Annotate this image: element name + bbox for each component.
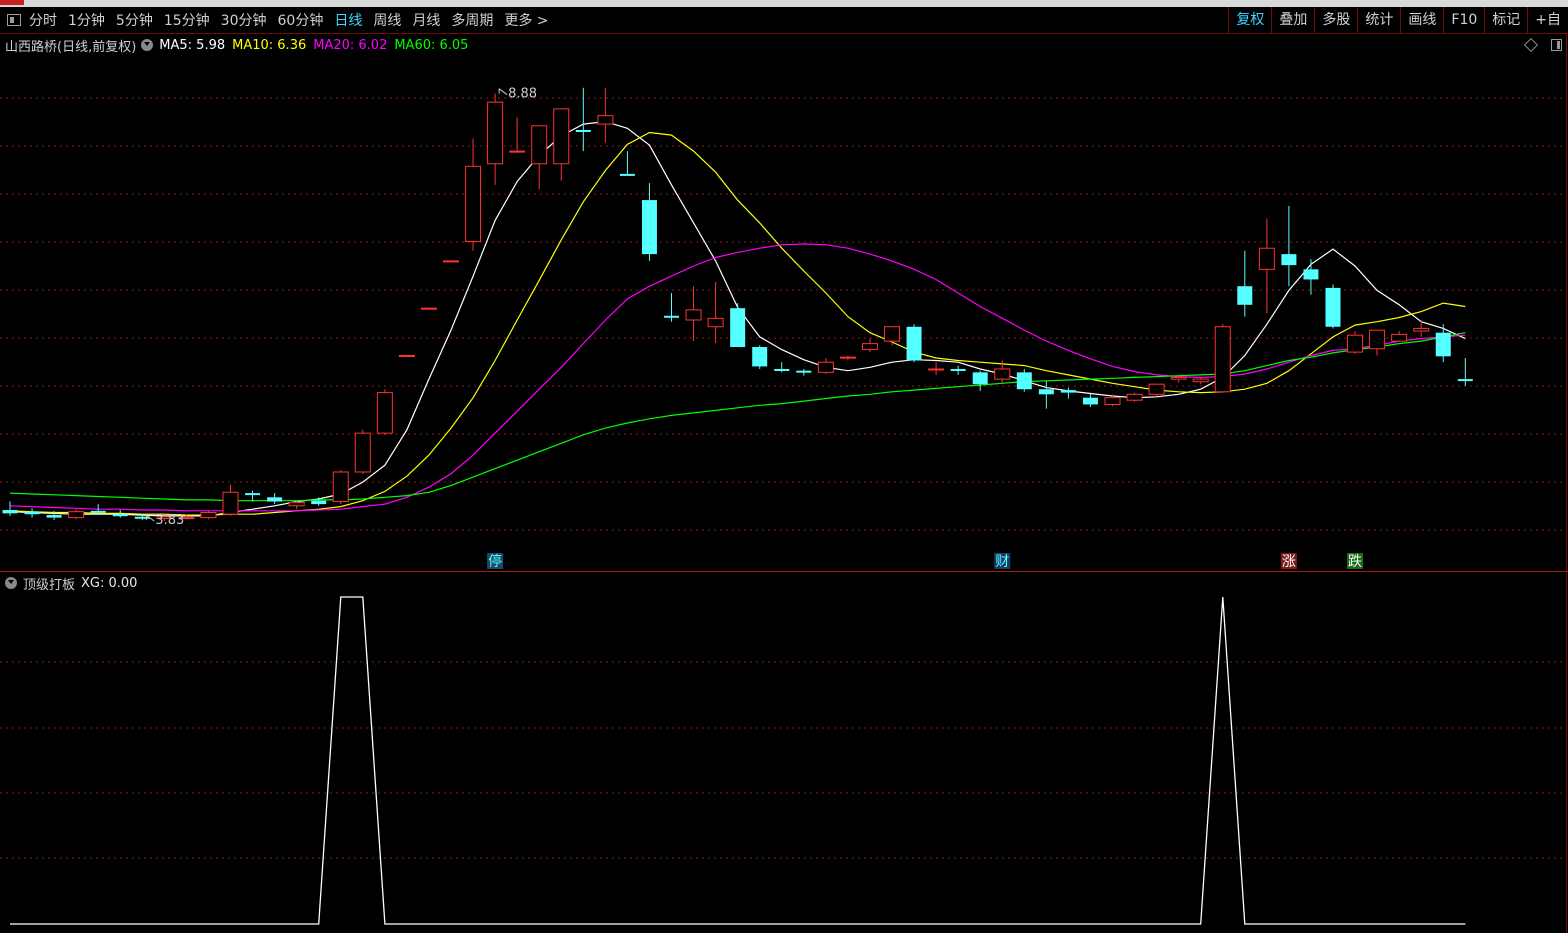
candle-body-down (906, 326, 922, 361)
indicator-title: 顶级打板 (23, 577, 76, 593)
kline-chart[interactable]: 8.88 3.83 停 财 涨 跌 (0, 0, 1568, 933)
candle-body-up (487, 101, 504, 165)
indicator-info: 顶级打板 XG: 0.00 (0, 574, 138, 593)
candle-body-up (1347, 334, 1364, 353)
candle-body-down (1457, 379, 1473, 382)
candle-body-down (1038, 389, 1054, 395)
price-annotation-label: 3.83 (155, 513, 184, 528)
candle-body-up (707, 317, 724, 328)
candle-body-down (245, 493, 261, 496)
candle-body-down (664, 315, 679, 318)
candle-body-down (1082, 397, 1098, 405)
candle-body-up (1104, 397, 1121, 405)
candle-body-up (817, 361, 834, 373)
candle-body-down (90, 510, 106, 513)
indicator-value: XG: 0.00 (81, 575, 138, 591)
candle-body-up (420, 307, 437, 310)
candle-body-down (1281, 254, 1297, 266)
ma-line-ma60 (9, 332, 1466, 502)
price-annotation-arrow (498, 88, 508, 96)
candle-body-up (861, 343, 878, 351)
ma-line-ma20 (9, 243, 1466, 512)
candle-body-up (994, 368, 1011, 380)
candle-body-down (972, 372, 988, 385)
candle-body-up (1369, 329, 1386, 350)
indicator-line-xg (10, 596, 1466, 925)
candle-body-up (398, 354, 415, 357)
event-marker-label: 财 (995, 554, 1009, 570)
candle-body-down (1303, 269, 1319, 280)
right-border (1566, 34, 1567, 933)
candle-body-up (222, 491, 239, 515)
candle-body-up (1258, 247, 1275, 270)
candle-body-down (796, 370, 812, 373)
candle-body-up (1148, 383, 1165, 395)
candle-body-up (443, 260, 459, 263)
candle-body-up (288, 501, 305, 507)
candle-body-down (774, 368, 790, 371)
candle-body-down (311, 500, 327, 505)
candle-body-up (1192, 378, 1209, 383)
dropdown-arrow-icon[interactable] (5, 577, 17, 589)
candle-body-down (2, 510, 18, 514)
panel-divider[interactable] (0, 571, 1568, 572)
price-annotation-label: 8.88 (508, 87, 537, 102)
candle-body-up (553, 108, 570, 165)
candle-body-down (24, 511, 40, 515)
candle-body-up (839, 356, 856, 359)
event-marker-label: 跌 (1348, 554, 1362, 570)
candle-body-down (1060, 390, 1076, 393)
candle-body-up (1214, 326, 1231, 393)
candle-body-down (112, 514, 128, 517)
candle-body-down (730, 308, 746, 348)
candle-body-up (509, 150, 526, 153)
candle-body-down (641, 200, 657, 255)
candle-body-up (531, 125, 548, 165)
candle-body-up (928, 368, 945, 371)
candle-body-up (1170, 376, 1187, 380)
candle-body-up (354, 432, 371, 473)
candle-body-down (950, 368, 966, 371)
event-marker-label: 涨 (1282, 554, 1296, 570)
event-marker-label: 停 (488, 553, 502, 570)
candle-body-down (575, 130, 591, 132)
candle-body-down (1237, 286, 1253, 305)
candle-body-down (752, 347, 768, 367)
candle-body-down (1435, 332, 1451, 357)
candle-body-down (46, 515, 62, 518)
candle-body-up (597, 115, 614, 125)
candle-body-up (884, 326, 900, 342)
candle-body-down (1325, 287, 1341, 327)
candle-body-up (685, 309, 702, 321)
candle-body-down (134, 516, 150, 519)
candle-body-up (376, 392, 393, 434)
candle-body-up (200, 512, 217, 519)
candle-body-up (332, 471, 349, 503)
candle-body-up (1391, 333, 1408, 342)
candle-body-down (619, 173, 635, 176)
candle-body-down (267, 497, 283, 502)
candle-body-up (1413, 327, 1430, 332)
candle-body-down (1016, 372, 1032, 390)
candle-body-up (1126, 393, 1143, 401)
candle-body-up (68, 511, 85, 519)
candle-body-up (465, 165, 482, 242)
